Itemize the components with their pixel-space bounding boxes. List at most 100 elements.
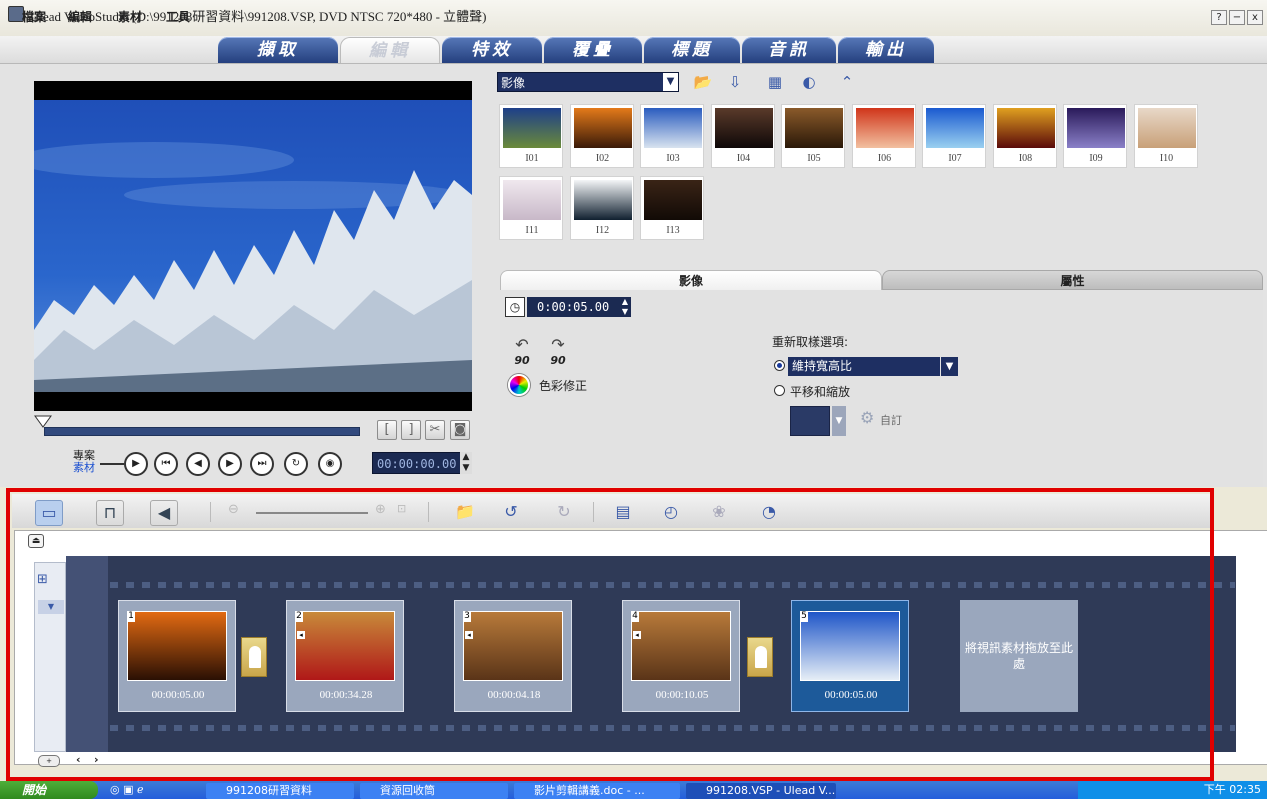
step-forward-icon: ▶ [226, 458, 234, 469]
thumbnail-label: I09 [1089, 153, 1103, 164]
enlarge-preview-button[interactable]: ◙ [450, 420, 470, 440]
library-thumbnail[interactable]: I13 [640, 176, 704, 240]
audio-icon: ◂ [297, 631, 305, 639]
tab-image-options[interactable]: 影像 [500, 270, 882, 290]
previous-frame-button[interactable]: ◀ [186, 452, 210, 476]
pan-zoom-preset[interactable] [790, 406, 830, 436]
volume-button[interactable]: ◉ [318, 452, 342, 476]
cut-clip-button[interactable]: ✂ [425, 420, 445, 440]
taskbar-item-word[interactable]: 影片剪輯講義.doc - ... [514, 783, 680, 799]
duration-field[interactable]: 0:00:05.00 [527, 297, 619, 317]
library-thumbnail[interactable]: I12 [569, 176, 634, 240]
rotate-right-button[interactable]: ↷ 90 [544, 335, 572, 367]
tab-title[interactable]: 標題 [644, 37, 740, 63]
thumbnail-image [996, 108, 1055, 148]
taskbar-item-videostudio[interactable]: 991208.VSP - Ulead V... [686, 783, 836, 799]
tab-capture[interactable]: 擷取 [218, 37, 338, 63]
timecode-display[interactable]: 00:00:00.00 [372, 452, 472, 474]
repeat-button[interactable]: ↻ [284, 452, 308, 476]
custom-button-label[interactable]: 自訂 [880, 412, 902, 428]
mark-out-button[interactable]: ] [401, 420, 421, 440]
thumbnail-image [644, 180, 702, 220]
thumbnail-label: I01 [525, 153, 539, 164]
menu-clip[interactable]: 素材 [118, 8, 142, 25]
tab-edit[interactable]: 編輯 [340, 37, 440, 63]
thumbnail-image [785, 108, 843, 148]
library-thumbnail[interactable]: I01 [499, 104, 563, 168]
scrub-handle[interactable] [34, 415, 52, 429]
end-button[interactable]: ⏭ [250, 452, 274, 476]
timecode-stepper[interactable]: ▲ ▼ [460, 452, 472, 474]
library-category-select[interactable]: 影像 [497, 72, 679, 92]
menu-file[interactable]: 檔案 [22, 8, 46, 25]
mark-in-button[interactable]: [ [377, 420, 397, 440]
menu-edit[interactable]: 編輯 [68, 8, 92, 25]
library-thumbnail[interactable]: I10 [1133, 104, 1198, 168]
tab-overlay[interactable]: 覆疊 [544, 37, 642, 63]
minimize-button[interactable]: − [1229, 10, 1245, 25]
resample-select[interactable]: 維持寬高比 [788, 357, 940, 376]
quick-launch-icon[interactable]: ◎ ▣ ℯ [110, 783, 144, 796]
color-wheel-icon[interactable] [508, 374, 530, 396]
help-button[interactable]: ? [1211, 10, 1227, 25]
rotate-right-icon: ↷ [551, 335, 565, 354]
menu-tools[interactable]: 工具 [166, 8, 190, 25]
library-manager-icon[interactable]: ◐ [798, 72, 820, 92]
scrub-bar[interactable] [44, 427, 360, 436]
library-thumbnail[interactable]: I02 [569, 104, 634, 168]
thumbnail-label: I04 [736, 153, 751, 164]
library-thumbnail[interactable]: I08 [992, 104, 1057, 168]
mode-switch[interactable] [100, 463, 124, 465]
expand-icon: ◙ [453, 422, 467, 437]
chevron-down-icon[interactable]: ▼ [663, 73, 678, 91]
library-thumbnail[interactable]: I03 [640, 104, 704, 168]
tab-attributes[interactable]: 屬性 [882, 270, 1263, 290]
custom-icon[interactable]: ⚙ [860, 408, 880, 428]
library-thumbnail[interactable]: I09 [1063, 104, 1127, 168]
thumbnail-label: I02 [595, 153, 610, 164]
duration-stepper[interactable]: ▲ ▼ [619, 297, 631, 317]
tab-effect[interactable]: 特效 [442, 37, 542, 63]
collapse-icon[interactable]: ⌃ [836, 72, 858, 92]
highlight-frame [6, 488, 1214, 781]
sort-icon[interactable]: ▦ [764, 72, 786, 92]
taskbar-item-folder[interactable]: 991208研習資料 [206, 783, 354, 799]
library-thumbnail[interactable]: I05 [781, 104, 845, 168]
tab-audio[interactable]: 音訊 [742, 37, 836, 63]
clip-mode-label[interactable]: 素材 [73, 459, 95, 475]
import-icon[interactable]: ⇩ [724, 72, 746, 92]
thumbnail-label: I07 [948, 153, 962, 164]
audio-icon: ◂ [465, 631, 473, 639]
preview-image [34, 100, 472, 392]
thumbnail-label: I08 [1018, 153, 1033, 164]
clock-icon: ◷ [505, 297, 525, 317]
play-button[interactable]: ▶ [124, 452, 148, 476]
thumbnail-image [573, 180, 632, 220]
library-thumbnail[interactable]: I11 [499, 176, 563, 240]
color-correction-label[interactable]: 色彩修正 [539, 377, 587, 394]
thumbnail-label: I06 [877, 153, 892, 164]
chevron-down-icon[interactable]: ▼ [941, 357, 958, 376]
thumbnail-image [503, 108, 561, 148]
home-button[interactable]: ⏮ [154, 452, 178, 476]
taskbar-item-recycle-bin[interactable]: 資源回收筒 [360, 783, 508, 799]
library-thumbnail[interactable]: I04 [710, 104, 775, 168]
rotate-left-button[interactable]: ↶ 90 [508, 335, 536, 367]
radio-keep-ratio[interactable] [774, 360, 785, 371]
radio-pan-zoom[interactable] [774, 385, 785, 396]
next-frame-button[interactable]: ▶ [218, 452, 242, 476]
clip-number: 1 [127, 611, 135, 622]
chevron-down-icon[interactable]: ▼ [832, 406, 846, 436]
pan-zoom-label[interactable]: 平移和縮放 [790, 383, 850, 400]
folder-icon[interactable]: 📂 [692, 72, 714, 92]
library-thumbnail[interactable]: I07 [922, 104, 986, 168]
start-button[interactable]: 開始 [0, 781, 98, 799]
thumbnail-label: I05 [807, 153, 821, 164]
scissors-icon: ✂ [429, 422, 441, 437]
library-thumbnail[interactable]: I06 [851, 104, 916, 168]
thumbnail-image [714, 108, 773, 148]
rotate-left-icon: ↶ [515, 335, 529, 354]
close-button[interactable]: x [1247, 10, 1263, 25]
tab-share[interactable]: 輸出 [838, 37, 934, 63]
window-title: Ulead VideoStudio (D:\991208研習資料\991208.… [30, 9, 487, 24]
